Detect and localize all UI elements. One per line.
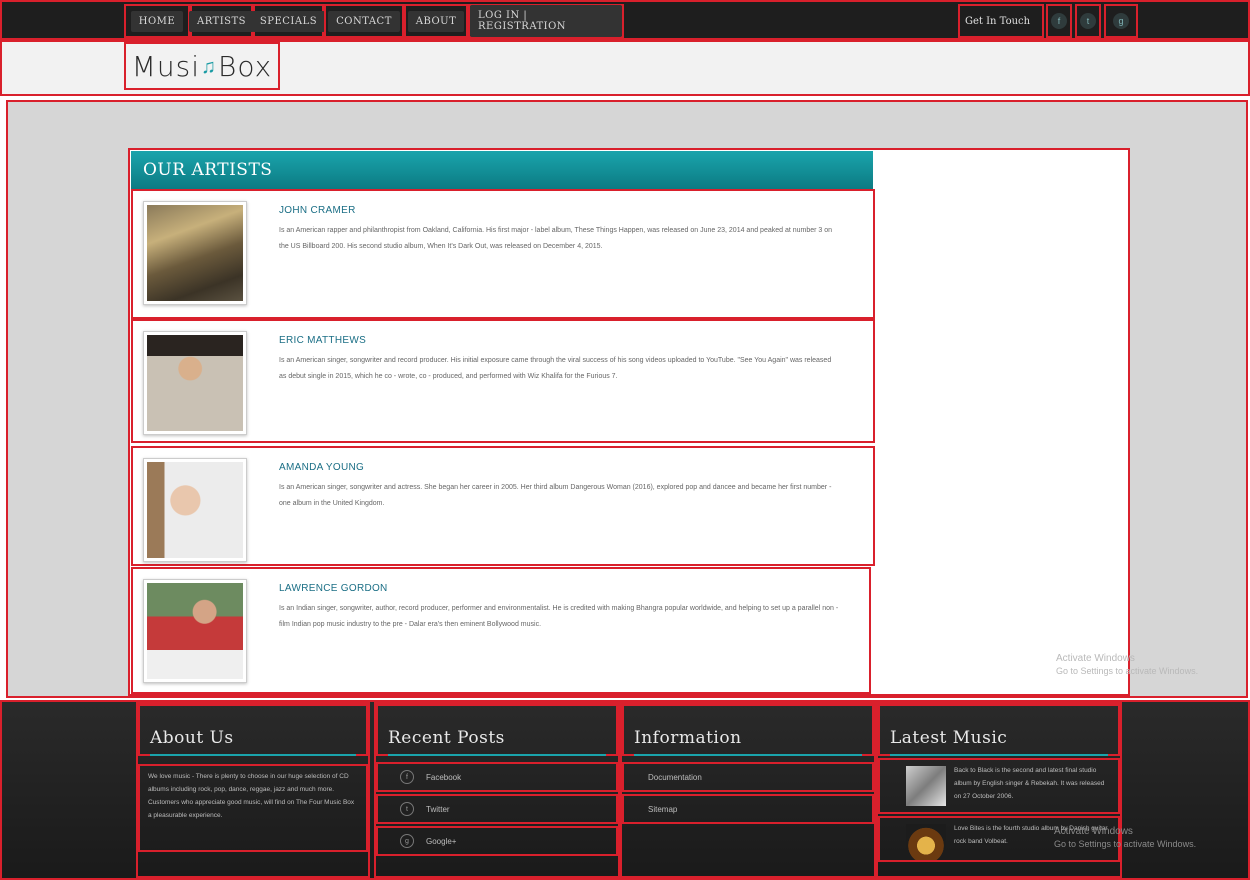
google-plus-icon[interactable]: g — [1104, 4, 1138, 38]
heading-underline — [634, 754, 862, 756]
footer-heading-latest-music: Latest Music — [878, 704, 1120, 756]
facebook-icon: f — [400, 770, 414, 784]
artist-name[interactable]: ERIC MATTHEWS — [279, 335, 366, 346]
nav-specials-label: Specials — [251, 10, 326, 32]
artist-photo[interactable] — [143, 331, 247, 435]
watermark-subtitle: Go to Settings to activate Windows. — [1056, 666, 1199, 676]
artist-card[interactable]: LAWRENCE GORDON Is an Indian singer, son… — [131, 567, 871, 694]
recent-post-label: Facebook — [426, 772, 462, 782]
watermark-title: Activate Windows — [1056, 653, 1135, 664]
facebook-icon[interactable]: f — [1046, 4, 1072, 38]
twitter-icon[interactable]: t — [1075, 4, 1101, 38]
logo-text-part2: Box — [218, 49, 273, 83]
album-cover-thumbnail[interactable] — [906, 824, 946, 860]
nav-artists-label: Artists — [188, 10, 255, 32]
artist-card[interactable]: JOHN CRAMER Is an American rapper and ph… — [131, 189, 875, 319]
information-title: Information — [634, 728, 742, 748]
heading-underline — [150, 754, 356, 756]
recent-posts-title: Recent Posts — [388, 728, 505, 748]
heading-underline — [890, 754, 1108, 756]
logo-text-part1: Musi — [131, 49, 201, 83]
artist-bio: Is an American rapper and philanthropist… — [279, 227, 833, 250]
our-artists-heading: Our Artists — [131, 151, 873, 189]
latest-music-item[interactable]: Back to Black is the second and latest f… — [878, 758, 1120, 814]
nav-contact-label: Contact — [328, 10, 400, 32]
site-logo[interactable]: Musi ♫ Box — [124, 42, 280, 90]
watermark-subtitle: Go to Settings to activate Windows. — [1054, 839, 1197, 849]
recent-post-twitter[interactable]: t Twitter — [376, 794, 618, 824]
get-in-touch-label: Get In Touch — [958, 4, 1044, 38]
activate-windows-watermark-footer: Activate Windows Go to Settings to activ… — [1054, 826, 1196, 850]
nav-about-label: About — [407, 10, 465, 32]
nav-login-registration[interactable]: Log In | Registration — [468, 4, 624, 38]
about-us-text: We love music - There is plenty to choos… — [138, 764, 368, 852]
artist-bio: Is an Indian singer, songwriter, author,… — [279, 605, 839, 628]
album-cover-thumbnail[interactable] — [906, 766, 946, 806]
recent-post-label: Google+ — [426, 836, 457, 846]
footer-heading-about: About Us — [138, 704, 368, 756]
nav-artists[interactable]: Artists — [188, 4, 255, 38]
activate-windows-watermark: Activate Windows Go to Settings to activ… — [1056, 653, 1198, 677]
page: Home Artists Specials Contact About Log … — [0, 0, 1250, 880]
info-link-documentation[interactable]: Documentation — [622, 762, 874, 792]
artist-bio: Is an American singer, songwriter and re… — [279, 357, 832, 380]
about-us-title: About Us — [150, 728, 234, 748]
nav-contact[interactable]: Contact — [324, 4, 404, 38]
artist-photo[interactable] — [143, 458, 247, 562]
artist-card[interactable]: AMANDA YOUNG Is an American singer, song… — [131, 446, 875, 566]
recent-post-facebook[interactable]: f Facebook — [376, 762, 618, 792]
footer-heading-information: Information — [622, 704, 874, 756]
artist-photo[interactable] — [143, 201, 247, 305]
latest-music-title: Latest Music — [890, 728, 1008, 748]
artist-bio: Is an American singer, songwriter and ac… — [279, 484, 832, 507]
recent-post-google[interactable]: g Google+ — [376, 826, 618, 856]
artist-name[interactable]: JOHN CRAMER — [279, 205, 356, 216]
twitter-icon: t — [400, 802, 414, 816]
music-note-icon: ♫ — [201, 53, 218, 78]
nav-specials[interactable]: Specials — [251, 4, 326, 38]
artist-name[interactable]: AMANDA YOUNG — [279, 462, 364, 473]
footer-heading-recent-posts: Recent Posts — [376, 704, 618, 756]
info-link-sitemap[interactable]: Sitemap — [622, 794, 874, 824]
album-description: Back to Black is the second and latest f… — [954, 767, 1105, 800]
nav-home[interactable]: Home — [124, 4, 190, 38]
nav-home-label: Home — [130, 10, 184, 32]
nav-about[interactable]: About — [404, 4, 468, 38]
artist-photo[interactable] — [143, 579, 247, 683]
nav-login-label: Log In | Registration — [470, 5, 622, 37]
heading-underline — [388, 754, 606, 756]
google-plus-icon: g — [400, 834, 414, 848]
artist-name[interactable]: LAWRENCE GORDON — [279, 583, 388, 594]
recent-post-label: Twitter — [426, 804, 450, 814]
artist-card[interactable]: ERIC MATTHEWS Is an American singer, son… — [131, 319, 875, 443]
watermark-title: Activate Windows — [1054, 826, 1133, 837]
